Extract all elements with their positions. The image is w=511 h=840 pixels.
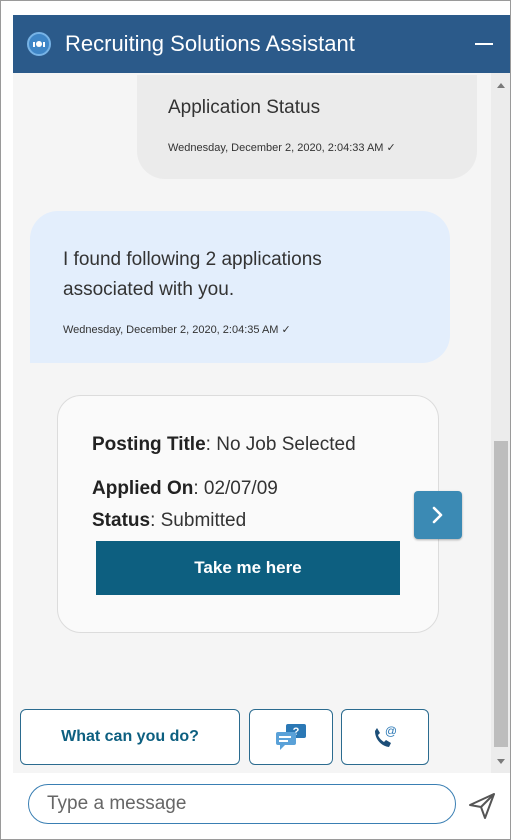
send-icon — [469, 793, 495, 819]
scroll-down-arrow-icon[interactable] — [497, 759, 505, 764]
chat-title: Recruiting Solutions Assistant — [65, 31, 355, 56]
faq-button[interactable]: ? — [249, 709, 333, 765]
message-timestamp: Wednesday, December 2, 2020, 2:04:35 AM … — [63, 324, 291, 336]
bot-message: I found following 2 applications associa… — [30, 211, 450, 363]
svg-text:@: @ — [385, 724, 397, 738]
application-card: Posting Title: No Job Selected Applied O… — [57, 395, 439, 633]
scroll-up-arrow-icon[interactable] — [497, 83, 505, 88]
applied-on-label: Applied On — [92, 478, 194, 499]
posting-title-value: : No Job Selected — [205, 434, 356, 455]
chat-header: Recruiting Solutions Assistant — [13, 15, 510, 73]
posting-title-label: Posting Title — [92, 434, 206, 455]
status-row: Status: Submitted — [92, 510, 246, 532]
vertical-scrollbar[interactable] — [491, 73, 510, 773]
user-message: Application Status Wednesday, December 2… — [137, 75, 477, 179]
message-list: Application Status Wednesday, December 2… — [13, 73, 491, 773]
faq-chat-icon: ? — [276, 724, 306, 750]
applied-on-value: : 02/07/09 — [193, 478, 278, 499]
status-label: Status — [92, 510, 151, 531]
applied-on-row: Applied On: 02/07/09 — [92, 478, 278, 500]
headset-bot-icon — [27, 32, 51, 56]
status-value: : Submitted — [150, 510, 247, 531]
scrollbar-thumb[interactable] — [494, 441, 508, 747]
what-can-you-do-button[interactable]: What can you do? — [20, 709, 240, 765]
message-composer — [1, 773, 510, 839]
send-button[interactable] — [467, 791, 497, 821]
message-text: I found following 2 applications associa… — [63, 249, 322, 300]
take-me-here-button[interactable]: Take me here — [96, 541, 400, 595]
minimize-icon[interactable] — [471, 35, 499, 53]
message-timestamp: Wednesday, December 2, 2020, 2:04:33 AM … — [168, 142, 396, 154]
carousel-next-button[interactable] — [414, 491, 462, 539]
chevron-right-icon — [432, 506, 443, 524]
contact-button[interactable]: @ — [341, 709, 429, 765]
posting-title-row: Posting Title: No Job Selected — [92, 434, 356, 456]
chat-window: Recruiting Solutions Assistant Applicati… — [0, 0, 511, 840]
message-input[interactable] — [28, 784, 456, 824]
phone-email-icon: @ — [375, 724, 397, 747]
message-text: Application Status — [168, 97, 321, 118]
